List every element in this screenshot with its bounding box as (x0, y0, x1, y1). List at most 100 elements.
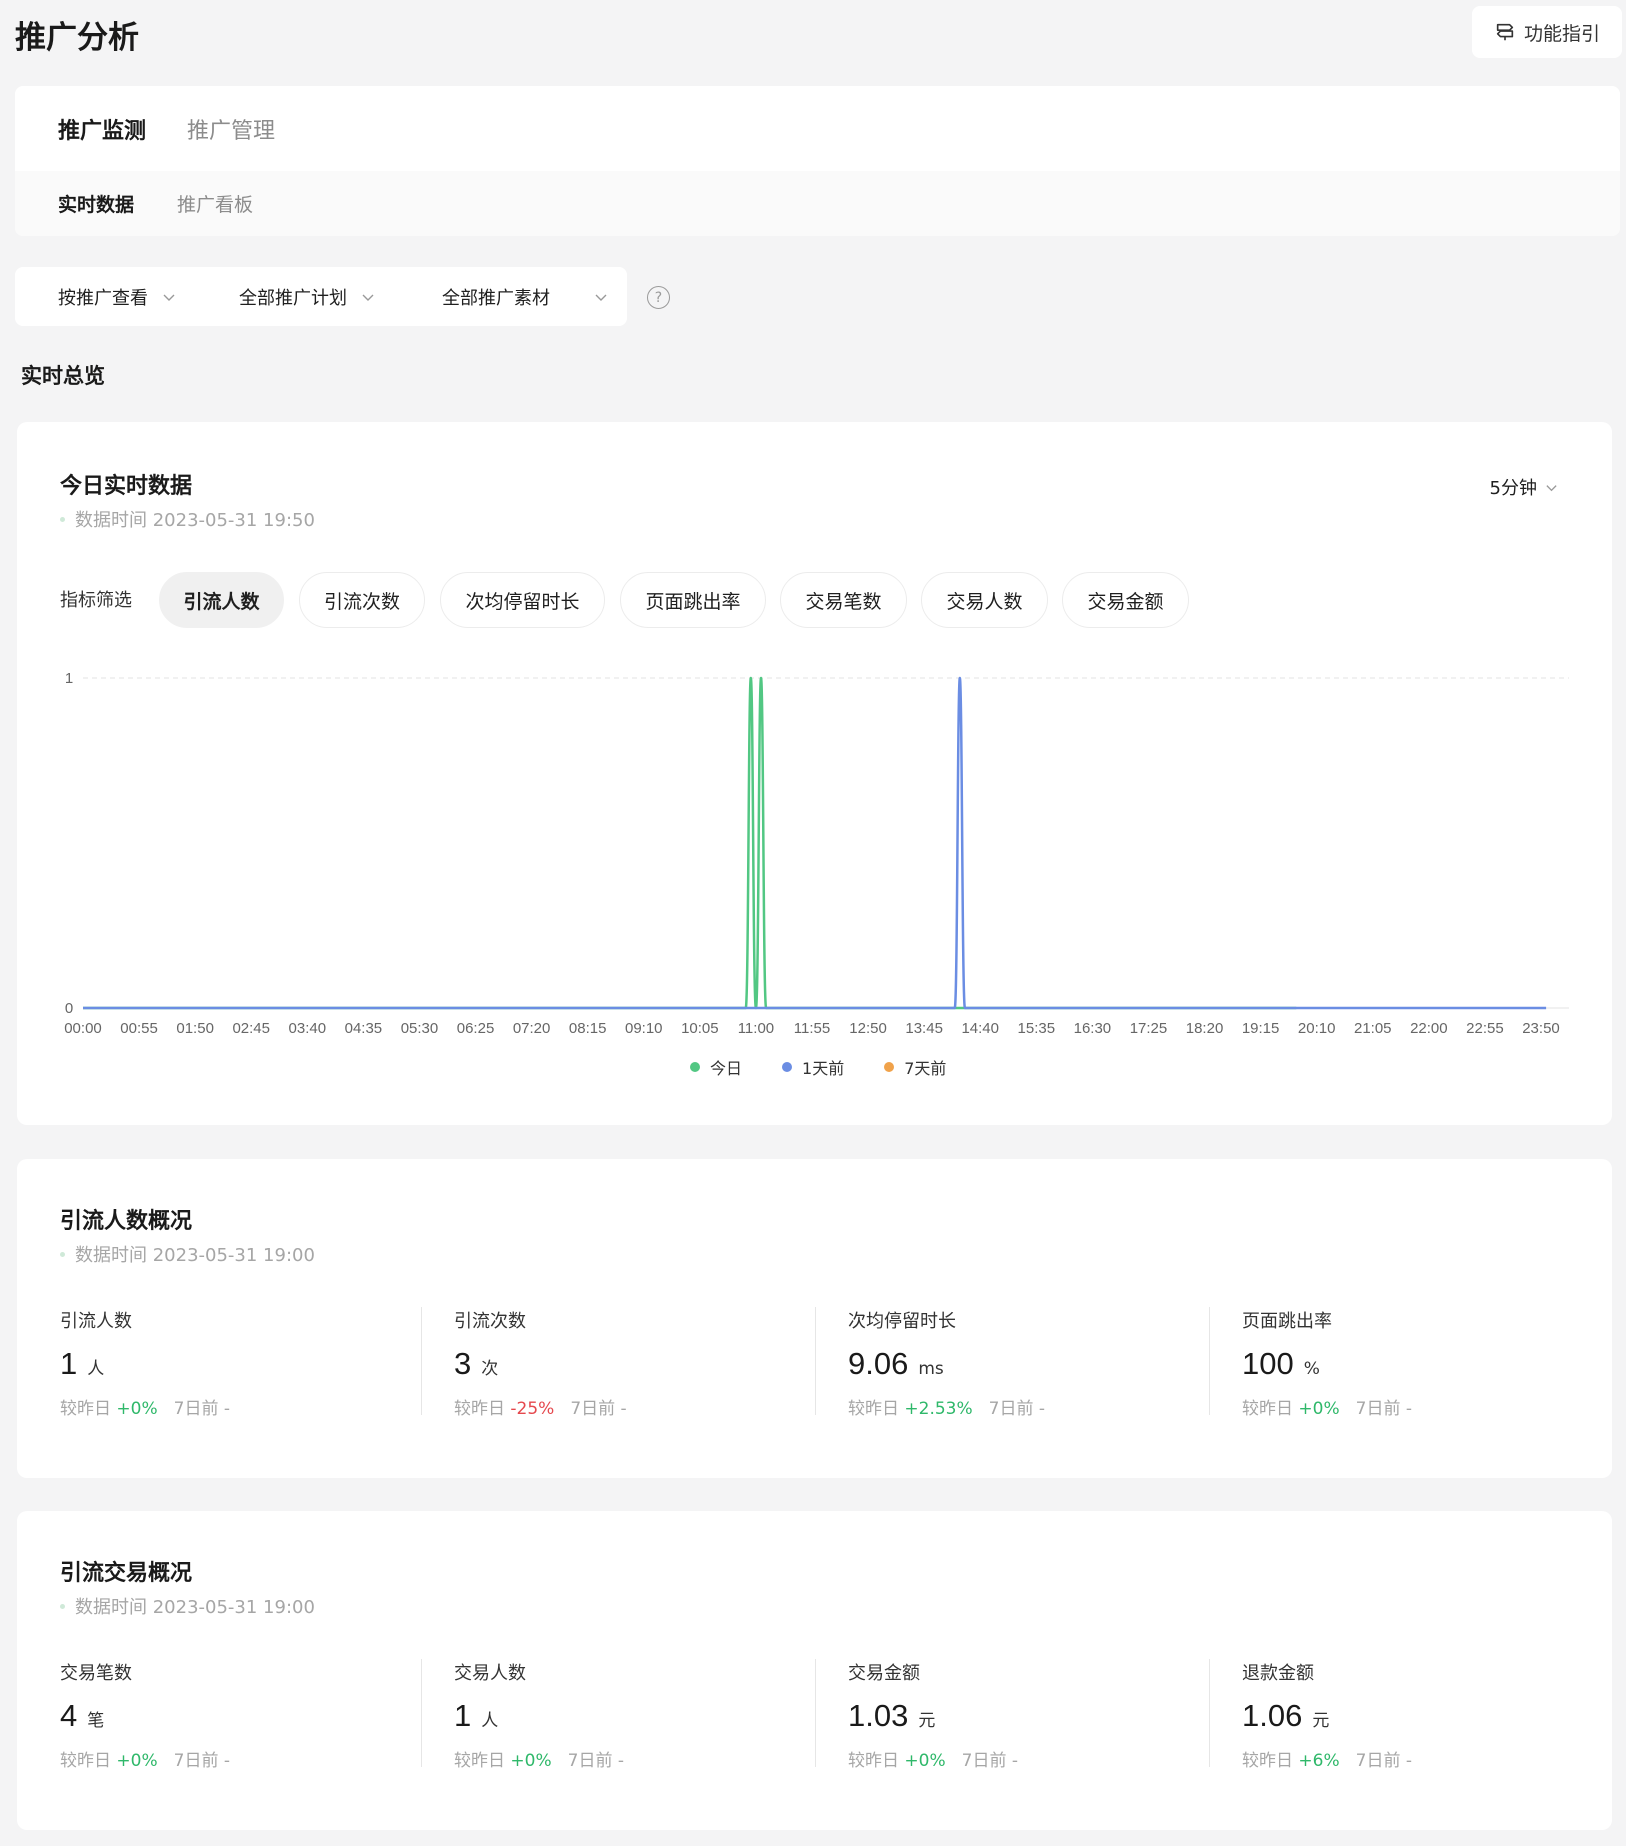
stat-label: 交易金额 (848, 1663, 920, 1684)
subtab-realtime-data[interactable]: 实时数据 (58, 190, 134, 217)
subtab-promotion-board[interactable]: 推广看板 (177, 190, 253, 217)
x-tick-label: 06:25 (457, 1020, 495, 1037)
signpost-icon (1496, 23, 1514, 41)
x-tick-label: 01:50 (176, 1020, 214, 1037)
traffic-time-label: 数据时间 2023-05-31 19:00 (75, 1245, 315, 1266)
traffic-overview-card: 引流人数概况 数据时间 2023-05-31 19:00 引流人数 1人 较昨日… (17, 1159, 1612, 1478)
stat-label: 次均停留时长 (848, 1311, 956, 1332)
legend-item-7day-ago[interactable]: 7天前 (884, 1055, 946, 1079)
cmp-value: +0% (510, 1751, 552, 1771)
trade-title: 引流交易概况 (60, 1561, 193, 1586)
stat-value: 3 (454, 1346, 472, 1381)
x-tick-label: 02:45 (232, 1020, 270, 1037)
divider (1209, 1659, 1210, 1767)
stat-label: 交易人数 (454, 1663, 526, 1684)
stat-label: 引流次数 (454, 1311, 526, 1332)
week-compare: 7日前 - (173, 1399, 230, 1419)
x-tick-label: 08:15 (569, 1020, 607, 1037)
x-tick-label: 03:40 (289, 1020, 327, 1037)
stat-unit: 人 (87, 1359, 105, 1379)
tab-promotion-manage[interactable]: 推广管理 (187, 113, 275, 145)
x-tick-label: 22:00 (1410, 1020, 1448, 1037)
stat-trade-amount: 交易金额 1.03 元 较昨日 +0% 7日前 - (848, 1659, 1242, 1771)
promotion-material-select[interactable]: 全部推广素材 (442, 267, 608, 326)
main-tabs: 推广监测 推广管理 (15, 86, 1620, 171)
stat-unit: % (1303, 1359, 1320, 1379)
cmp-label: 较昨日 (60, 1399, 111, 1419)
stat-label: 引流人数 (60, 1311, 132, 1332)
stat-unit: 次 (481, 1359, 499, 1379)
week-compare: 7日前 - (173, 1751, 230, 1771)
cmp-label: 较昨日 (848, 1751, 899, 1771)
x-tick-label: 00:55 (120, 1020, 158, 1037)
stat-unit: 元 (1312, 1711, 1330, 1731)
x-tick-label: 09:10 (625, 1020, 663, 1037)
x-tick-label: 23:50 (1522, 1020, 1560, 1037)
help-icon[interactable]: ? (647, 286, 670, 309)
realtime-card: 今日实时数据 数据时间 2023-05-31 19:50 5分钟 指标筛选 引流… (17, 422, 1612, 1125)
promotion-plan-select[interactable]: 全部推广计划 (239, 267, 375, 326)
x-tick-label: 07:20 (513, 1020, 551, 1037)
stat-label: 页面跳出率 (1242, 1311, 1332, 1332)
legend-item-1day-ago[interactable]: 1天前 (782, 1055, 844, 1079)
cmp-value: -25% (510, 1399, 555, 1419)
legend-item-today[interactable]: 今日 (690, 1055, 742, 1079)
cmp-value: +0% (904, 1751, 946, 1771)
chevron-down-icon (362, 294, 374, 301)
traffic-title: 引流人数概况 (60, 1209, 193, 1234)
chevron-down-icon (595, 294, 607, 301)
x-tick-label: 00:00 (64, 1020, 102, 1037)
stat-value: 1 (454, 1698, 472, 1733)
x-tick-label: 17:25 (1130, 1020, 1168, 1037)
x-tick-label: 12:50 (849, 1020, 887, 1037)
x-tick-label: 13:45 (905, 1020, 943, 1037)
feature-guide-button[interactable]: 功能指引 (1472, 6, 1622, 58)
week-compare: 7日前 - (570, 1399, 627, 1419)
realtime-line-chart: 0 1 00:00 00:55 01:50 02:45 03:40 04:35 05:30 06:… (64, 670, 1569, 1037)
x-tick-label: 10:05 (681, 1020, 719, 1037)
x-tick-label: 15:35 (1018, 1020, 1056, 1037)
legend-dot (884, 1062, 895, 1072)
legend-label: 1天前 (802, 1059, 845, 1078)
x-tick-label: 22:55 (1466, 1020, 1504, 1037)
legend-label: 今日 (710, 1059, 743, 1078)
x-tick-label: 11:00 (738, 1020, 774, 1037)
filter-label: 按推广查看 (58, 287, 148, 309)
week-compare: 7日前 - (961, 1751, 1018, 1771)
series-line (83, 676, 1547, 1010)
stat-unit: 元 (918, 1711, 936, 1731)
cmp-label: 较昨日 (1242, 1399, 1293, 1419)
x-tick-label: 04:35 (345, 1020, 383, 1037)
view-by-promotion-select[interactable]: 按推广查看 (58, 267, 176, 326)
stat-trade-users: 交易人数 1人 较昨日 +0% 7日前 - (454, 1659, 848, 1771)
stat-avg-stay: 次均停留时长 9.06 ms 较昨日 +2.53% 7日前 - (848, 1307, 1242, 1419)
x-tick-label: 19:15 (1242, 1020, 1280, 1037)
divider (815, 1659, 816, 1767)
filter-label: 全部推广素材 (442, 287, 550, 309)
stat-label: 退款金额 (1242, 1663, 1314, 1684)
filter-bar: 按推广查看 全部推广计划 全部推广素材 (15, 267, 627, 326)
tabs-card: 推广监测 推广管理 实时数据 推广看板 (15, 86, 1620, 236)
stat-value: 1.03 (848, 1698, 909, 1733)
week-compare: 7日前 - (567, 1751, 624, 1771)
page-title: 推广分析 (15, 20, 139, 56)
week-compare: 7日前 - (1355, 1399, 1412, 1419)
cmp-label: 较昨日 (848, 1399, 899, 1419)
legend-dot (782, 1062, 793, 1072)
traffic-time: 数据时间 2023-05-31 19:00 (60, 1241, 315, 1267)
cmp-label: 较昨日 (60, 1751, 111, 1771)
stat-value: 4 (60, 1698, 78, 1733)
cmp-value: +6% (1298, 1751, 1340, 1771)
stat-unit: 人 (481, 1711, 499, 1731)
cmp-value: +2.53% (904, 1399, 973, 1419)
trade-time: 数据时间 2023-05-31 19:00 (60, 1593, 315, 1619)
divider (1209, 1307, 1210, 1415)
stat-refund-amount: 退款金额 1.06 元 较昨日 +6% 7日前 - (1242, 1659, 1626, 1771)
stat-unit: ms (918, 1359, 944, 1379)
tab-promotion-monitor[interactable]: 推广监测 (58, 113, 146, 145)
y-tick-label: 1 (65, 670, 73, 687)
x-tick-label: 18:20 (1186, 1020, 1224, 1037)
sub-tabs: 实时数据 推广看板 (15, 171, 1620, 236)
cmp-value: +0% (1298, 1399, 1340, 1419)
week-compare: 7日前 - (988, 1399, 1046, 1419)
